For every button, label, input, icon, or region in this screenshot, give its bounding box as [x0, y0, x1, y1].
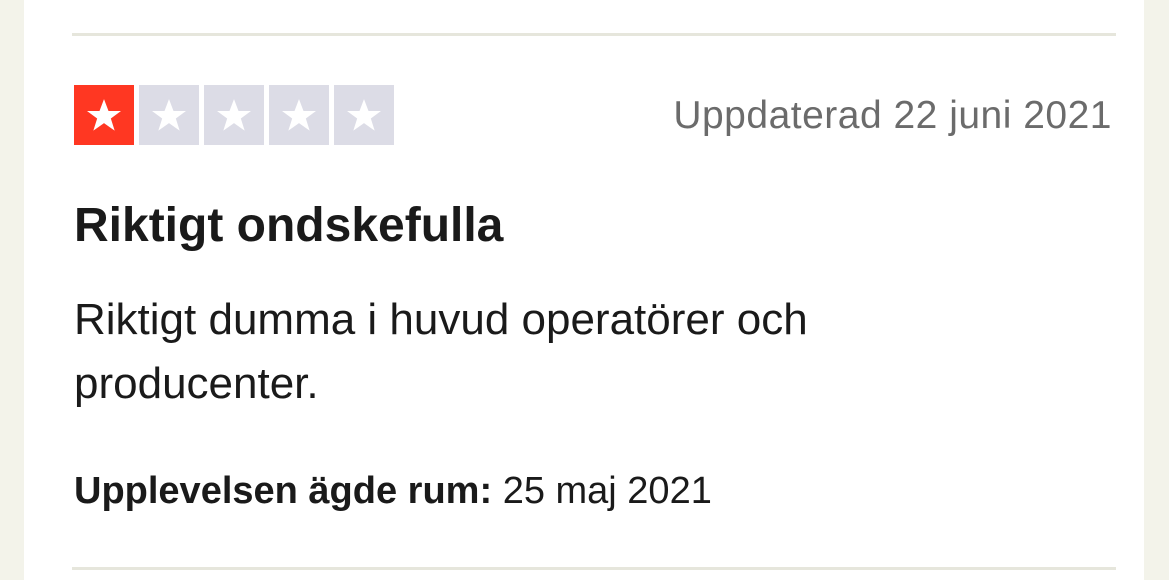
star-icon	[87, 99, 121, 131]
bottom-divider	[72, 567, 1116, 570]
star-2	[139, 85, 199, 145]
star-5	[334, 85, 394, 145]
review-card: Uppdaterad 22 juni 2021 Riktigt ondskefu…	[24, 0, 1144, 580]
review-body: Riktigt dumma i huvud operatörer och pro…	[74, 295, 808, 408]
experience-date-value: 25 maj 2021	[502, 470, 712, 512]
review-title[interactable]: Riktigt ondskefulla	[74, 198, 503, 253]
star-icon	[217, 99, 251, 131]
star-3	[204, 85, 264, 145]
star-1	[74, 85, 134, 145]
star-icon	[347, 99, 381, 131]
experience-label: Upplevelsen ägde rum:	[74, 470, 493, 512]
star-rating	[74, 85, 394, 145]
top-divider	[72, 33, 1116, 36]
star-4	[269, 85, 329, 145]
star-icon	[152, 99, 186, 131]
review-updated-date: Uppdaterad 22 juni 2021	[673, 94, 1112, 137]
star-icon	[282, 99, 316, 131]
experience-date: Upplevelsen ägde rum: 25 maj 2021	[74, 470, 712, 513]
